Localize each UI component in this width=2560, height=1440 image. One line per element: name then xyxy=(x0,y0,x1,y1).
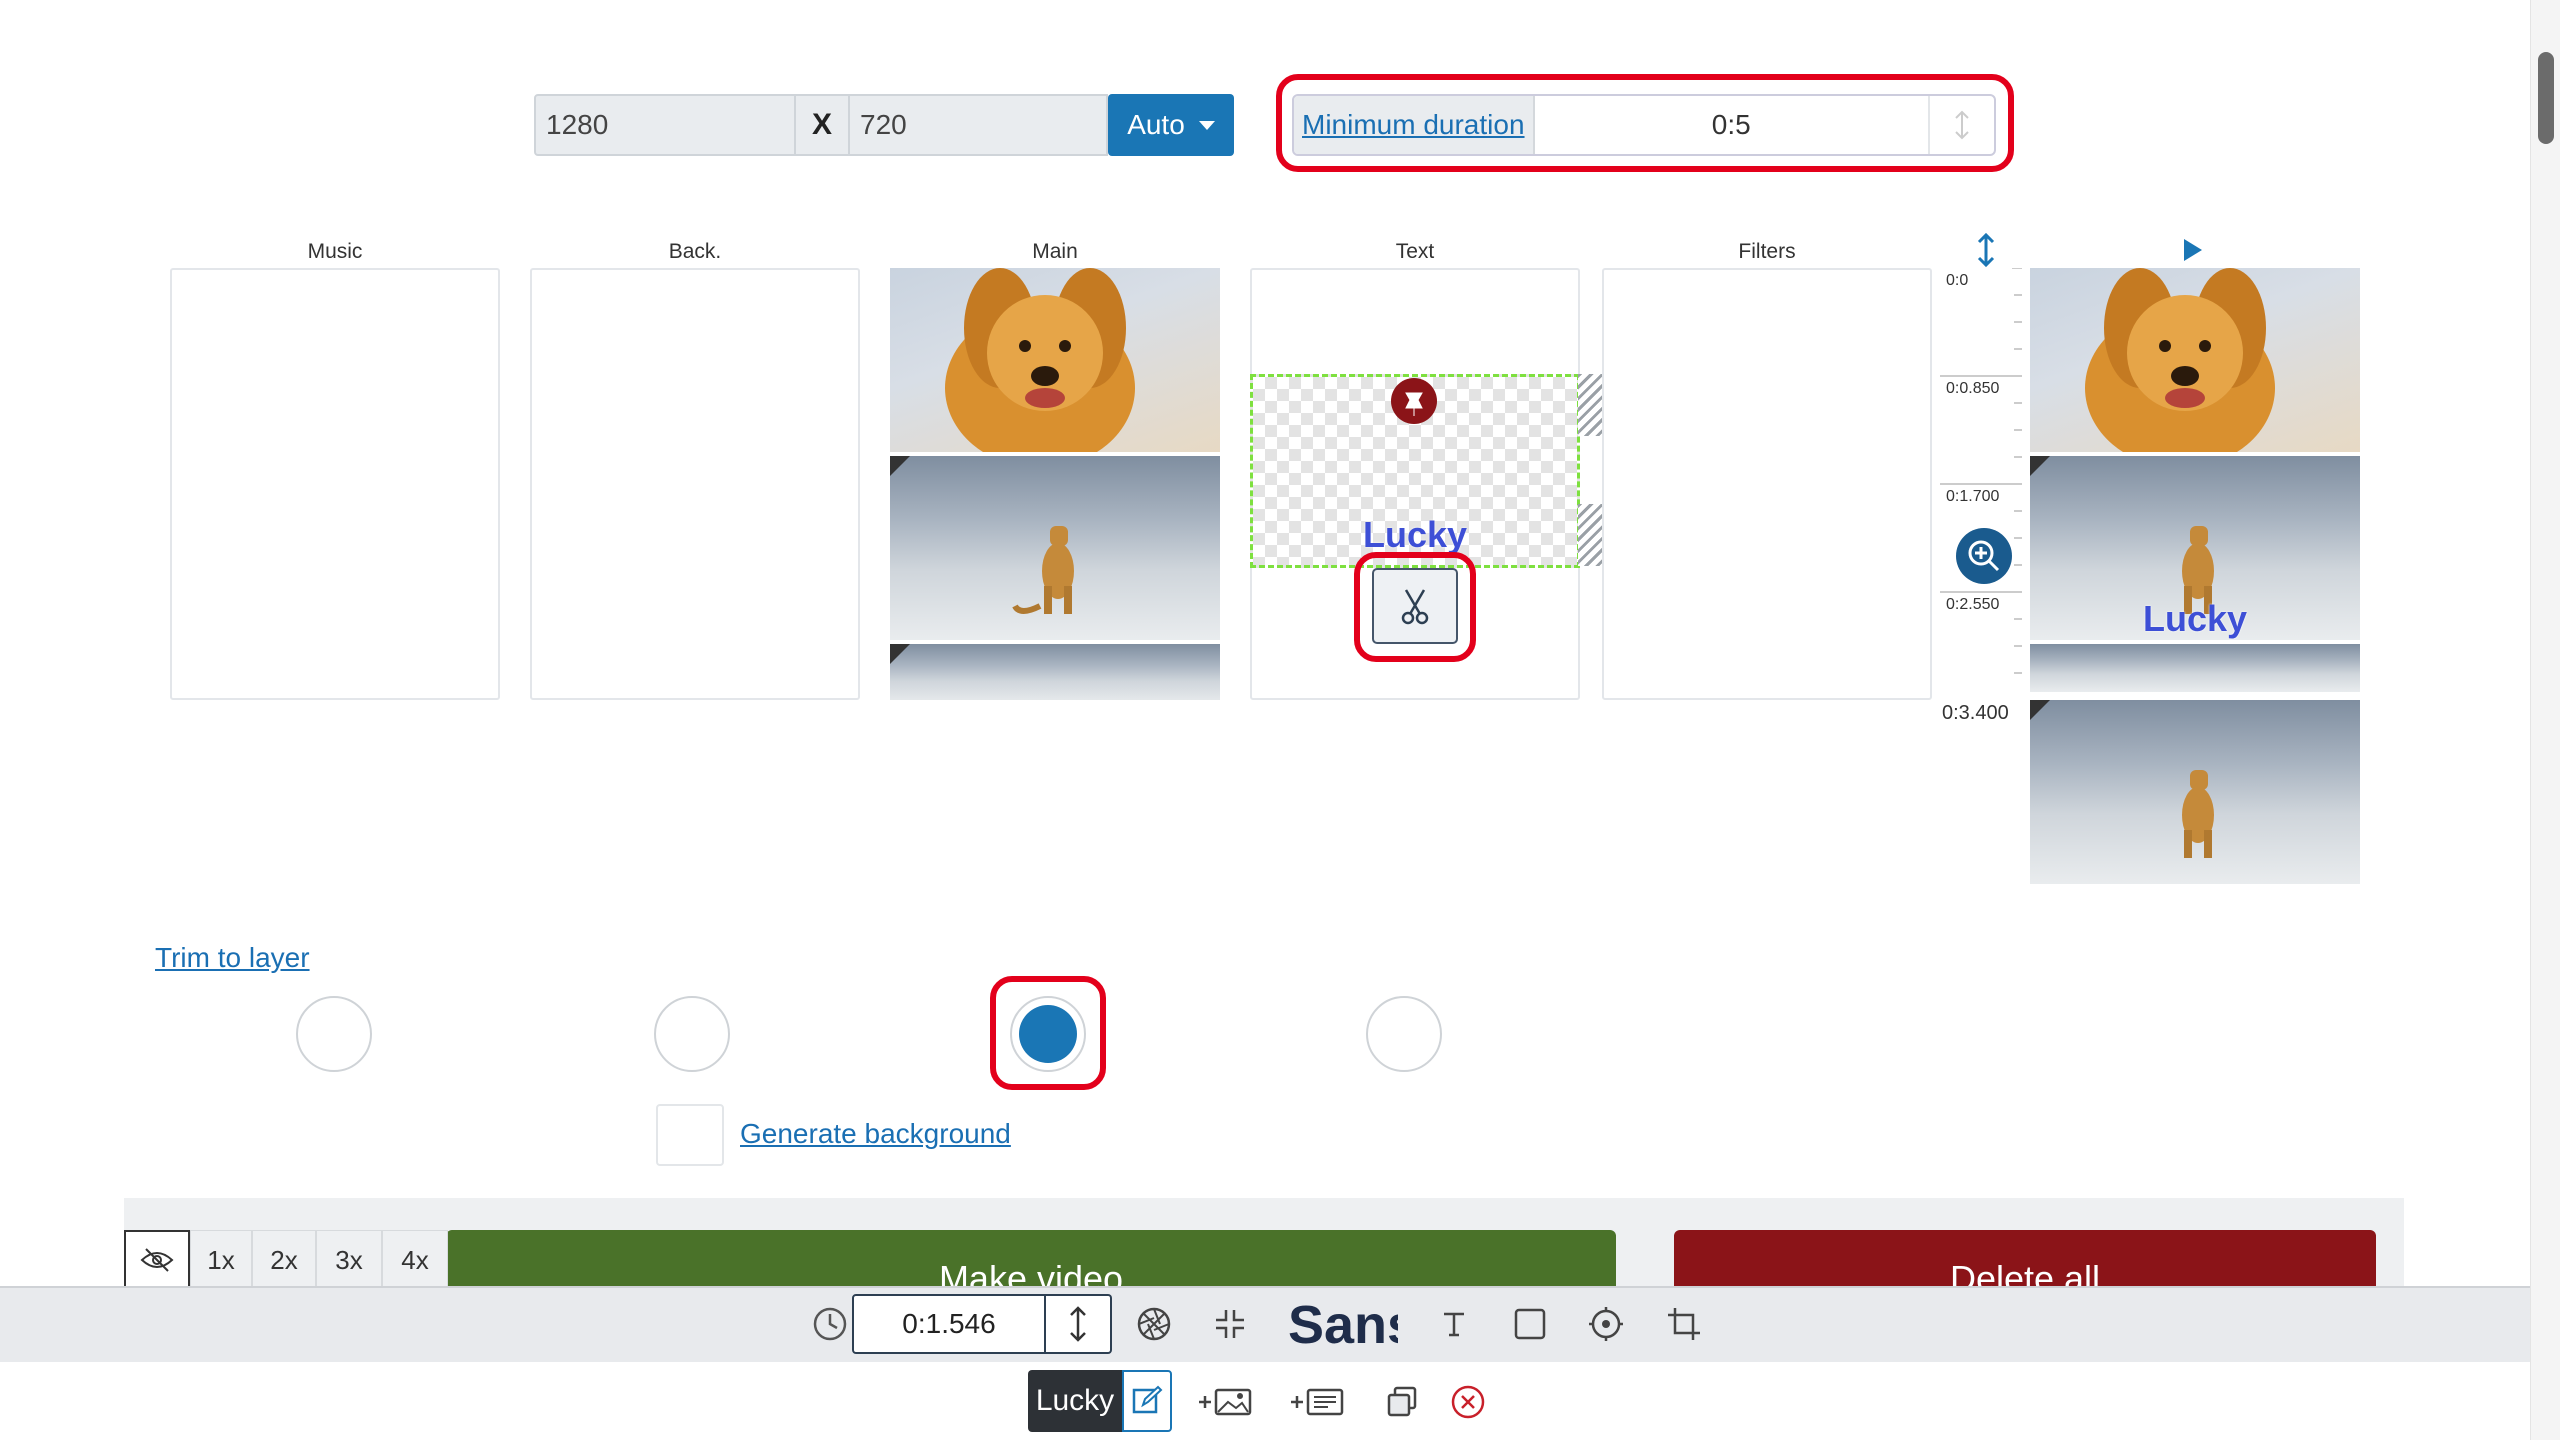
main-frame-room-2[interactable] xyxy=(890,644,1220,700)
time-input[interactable]: 0:1.546 xyxy=(852,1294,1046,1354)
scrollbar-thumb[interactable] xyxy=(2538,52,2554,144)
width-input[interactable]: 1280 xyxy=(534,94,796,156)
column-label-back: Back. xyxy=(668,240,722,263)
background-track[interactable] xyxy=(530,268,860,700)
speed-1x-button[interactable]: 1x xyxy=(190,1230,252,1290)
generate-background-checkbox[interactable] xyxy=(656,1104,724,1166)
bottom-toolbar xyxy=(0,1286,2530,1362)
dog-room-image xyxy=(890,456,1074,614)
close-circle-icon xyxy=(1451,1385,1485,1419)
width-value: 1280 xyxy=(546,109,609,140)
add-text-icon xyxy=(1291,1388,1344,1416)
trim-to-layer-link[interactable]: Trim to layer xyxy=(155,942,310,974)
column-label-main: Main xyxy=(1032,240,1078,263)
ruler-tick-1: 0:0.850 xyxy=(1946,380,2000,397)
zoom-in-icon xyxy=(1956,528,2012,584)
radio-main[interactable] xyxy=(1010,996,1086,1072)
pin-icon[interactable] xyxy=(1388,378,1440,424)
updown-arrow-icon xyxy=(1070,1306,1086,1342)
preview-overlay-text: Lucky xyxy=(2142,598,2248,639)
time-ruler[interactable] xyxy=(1940,267,2022,700)
main-track[interactable] xyxy=(890,268,1220,700)
delete-all-label: Delete all xyxy=(1949,1258,2101,1286)
duplicate-icon xyxy=(1387,1386,1417,1417)
ruler-tick-4: 0:3.400 xyxy=(1942,702,2009,724)
min-duration-stepper[interactable] xyxy=(1928,96,1994,154)
main-frame-closeup[interactable] xyxy=(890,268,1220,452)
ruler-tick-3: 0:2.550 xyxy=(1946,596,2000,613)
edit-icon xyxy=(1132,1385,1163,1414)
hide-preview-button[interactable] xyxy=(124,1230,190,1290)
min-duration-input[interactable]: 0:5 xyxy=(1535,96,1928,154)
min-duration-link[interactable]: Minimum duration xyxy=(1294,96,1535,154)
updown-arrow-icon xyxy=(1955,110,1969,140)
make-video-label: Make video xyxy=(938,1258,1124,1286)
preview-strip[interactable]: Lucky xyxy=(2030,268,2360,884)
preview-frame-room-2 xyxy=(2030,644,2360,692)
layer-name-chip[interactable]: Lucky xyxy=(1028,1370,1122,1432)
add-text-button[interactable] xyxy=(1288,1380,1350,1424)
clock-icon xyxy=(808,1302,852,1346)
font-preview[interactable]: Sans xyxy=(1288,1292,1398,1358)
radio-text[interactable] xyxy=(1366,996,1442,1072)
crop-icon[interactable] xyxy=(1662,1302,1706,1346)
music-track[interactable] xyxy=(170,268,500,700)
time-stepper[interactable] xyxy=(1046,1294,1112,1354)
zoom-in-button[interactable] xyxy=(1956,528,2012,584)
min-duration-group: Minimum duration 0:5 xyxy=(1292,94,1996,156)
radio-back[interactable] xyxy=(654,996,730,1072)
scissors-icon xyxy=(1401,589,1429,625)
column-label-music: Music xyxy=(307,240,363,263)
make-video-button[interactable]: Make video xyxy=(446,1230,1616,1286)
speed-4x-button[interactable]: 4x xyxy=(382,1230,448,1290)
auto-dropdown-button[interactable]: Auto xyxy=(1108,94,1234,156)
delete-all-button[interactable]: Delete all xyxy=(1674,1230,2376,1286)
main-frame-room[interactable] xyxy=(890,456,1220,640)
auto-label: Auto xyxy=(1127,109,1185,140)
vertical-resize-icon[interactable] xyxy=(1972,232,2000,268)
delete-layer-button[interactable] xyxy=(1446,1380,1490,1424)
preview-frame-room-3 xyxy=(2030,700,2360,884)
speed-3x-button[interactable]: 3x xyxy=(316,1230,382,1290)
ruler-tick-2: 0:1.700 xyxy=(1946,488,2000,505)
dimension-separator: X xyxy=(796,94,848,156)
caret-down-icon xyxy=(1198,120,1215,130)
filters-track[interactable] xyxy=(1602,268,1932,700)
target-icon[interactable] xyxy=(1584,1302,1628,1346)
duplicate-button[interactable] xyxy=(1380,1380,1424,1424)
generate-background-link[interactable]: Generate background xyxy=(740,1118,1011,1150)
radio-main-selected-dot xyxy=(1019,1005,1077,1063)
edit-layer-button[interactable] xyxy=(1122,1370,1172,1432)
radio-music[interactable] xyxy=(296,996,372,1072)
vertical-scrollbar[interactable] xyxy=(2530,0,2560,1440)
height-value: 720 xyxy=(860,109,907,140)
shrink-icon[interactable] xyxy=(1208,1302,1252,1346)
add-image-icon xyxy=(1199,1388,1252,1416)
preview-frame-closeup xyxy=(2030,268,2360,452)
square-icon[interactable] xyxy=(1508,1302,1552,1346)
speed-2x-button[interactable]: 2x xyxy=(252,1230,316,1290)
aperture-icon[interactable] xyxy=(1132,1302,1176,1346)
column-label-filters: Filters xyxy=(1738,240,1796,263)
add-image-button[interactable] xyxy=(1196,1380,1258,1424)
dog-closeup-image xyxy=(945,268,1135,452)
column-label-text: Text xyxy=(1395,240,1435,263)
text-style-icon[interactable] xyxy=(1432,1302,1476,1346)
ruler-tick-0: 0:0 xyxy=(1946,272,1969,289)
eye-slash-icon xyxy=(140,1248,174,1272)
text-layer-label: Lucky xyxy=(1362,514,1468,555)
height-input[interactable]: 720 xyxy=(848,94,1108,156)
play-icon[interactable] xyxy=(2180,236,2206,264)
cut-button[interactable] xyxy=(1372,568,1458,644)
